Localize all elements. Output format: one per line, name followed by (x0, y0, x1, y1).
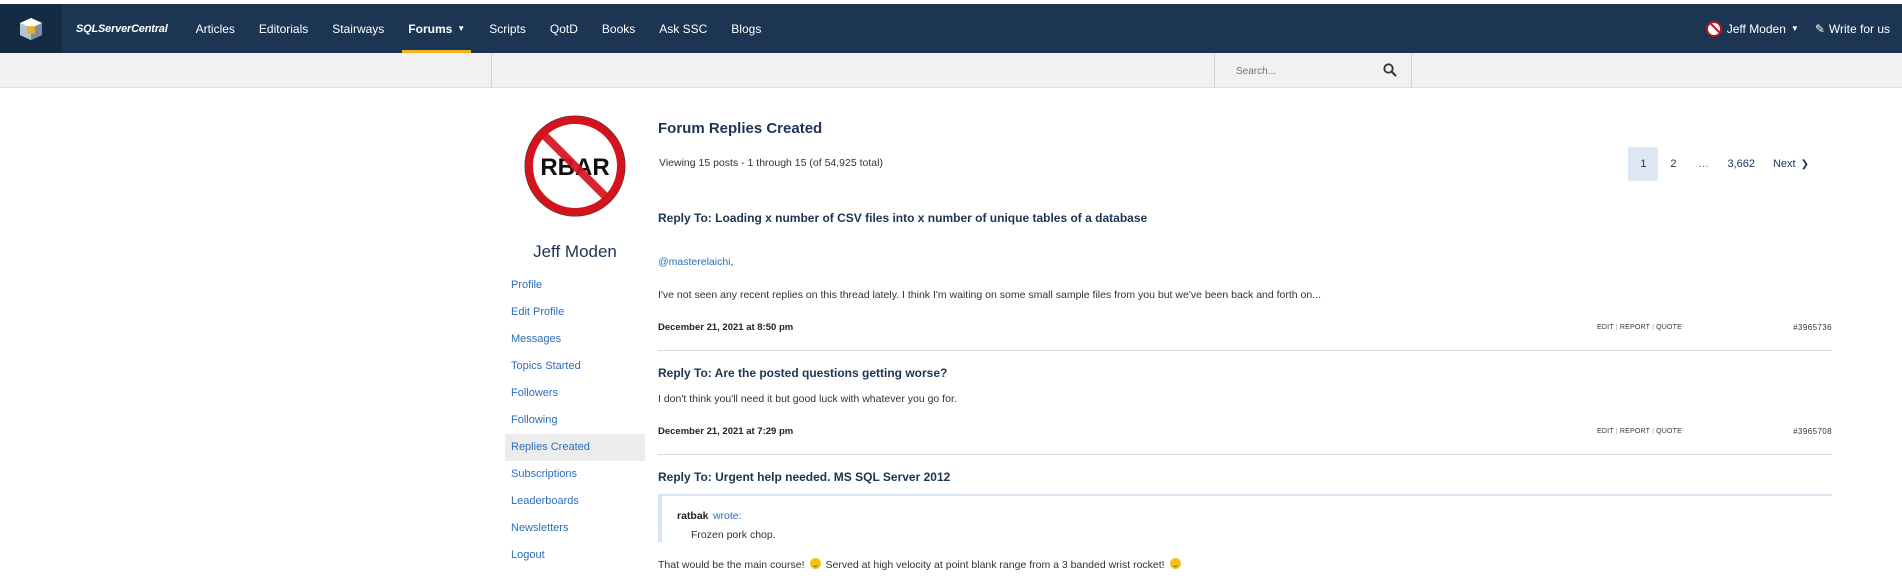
nav-forums-label: Forums (408, 21, 453, 36)
sidebar-item-newsletters[interactable]: Newsletters (505, 515, 645, 542)
sidebar-item-topics-started[interactable]: Topics Started (505, 353, 645, 380)
user-name: Jeff Moden (1726, 21, 1786, 36)
quote-link[interactable]: QUOTE (1656, 324, 1682, 331)
chevron-right-icon: ❯ (1800, 158, 1809, 170)
quote-text: Frozen pork chop. (691, 529, 776, 541)
page-last-button[interactable]: 3,662 (1718, 147, 1764, 181)
profile-sidebar: RBAR Jeff Moden Profile Edit Profile Mes… (505, 112, 645, 561)
report-link[interactable]: REPORT (1620, 428, 1650, 435)
brand-link[interactable]: SQLServerCentral (76, 23, 168, 35)
site-logo[interactable] (0, 4, 62, 53)
nav-forums[interactable]: Forums ▼ (396, 4, 477, 53)
nav-blogs[interactable]: Blogs (719, 4, 773, 53)
report-link[interactable]: REPORT (1620, 324, 1650, 331)
write-for-us-link[interactable]: ✎ Write for us (1809, 22, 1902, 36)
sidebar-item-replies-created[interactable]: Replies Created (505, 434, 645, 461)
sidebar-item-logout[interactable]: Logout (505, 542, 645, 569)
sidebar-item-leaderboards[interactable]: Leaderboards (505, 488, 645, 515)
post-title-link[interactable]: Reply To: Are the posted questions getti… (658, 366, 947, 380)
smiley-icon (809, 558, 821, 569)
post-title-link[interactable]: Reply To: Urgent help needed. MS SQL Ser… (658, 470, 950, 484)
search-strip (0, 53, 1902, 88)
sidebar-item-followers[interactable]: Followers (505, 380, 645, 407)
pagination-ellipsis: … (1697, 158, 1709, 170)
sidebar-nav: Profile Edit Profile Messages Topics Sta… (505, 272, 645, 569)
user-menu[interactable]: Jeff Moden ▼ (1696, 20, 1809, 37)
page-title: Forum Replies Created (658, 120, 823, 137)
quote-block: ratbak wrote: Frozen pork chop. (658, 494, 1832, 542)
mention-suffix: , (730, 256, 734, 268)
post-date: December 21, 2021 at 8:50 pm (658, 322, 794, 333)
divider (491, 53, 492, 88)
quote-author: ratbak (677, 510, 709, 522)
avatar (1705, 20, 1722, 37)
chevron-down-icon: ▼ (1790, 24, 1799, 33)
pagination: 1 2 … 3,662 Next ❯ (1628, 147, 1818, 181)
post-id-link[interactable]: #3965736 (1793, 323, 1832, 332)
nav-editorials[interactable]: Editorials (247, 4, 320, 53)
post-excerpt-part: Served at high velocity at point blank r… (825, 559, 1165, 571)
post-date: December 21, 2021 at 7:29 pm (658, 426, 794, 437)
avatar: RBAR (524, 115, 626, 217)
page-1-button[interactable]: 1 (1628, 147, 1659, 181)
post-actions: EDIT | REPORT | QUOTE (1597, 324, 1682, 331)
sidebar-item-subscriptions[interactable]: Subscriptions (505, 461, 645, 488)
page-2-button[interactable]: 2 (1658, 147, 1688, 181)
post-excerpt-part: That would be the main course! (658, 559, 805, 571)
post-id-link[interactable]: #3965708 (1793, 427, 1832, 436)
top-nav-bar: SQLServerCentral Articles Editorials Sta… (0, 4, 1902, 53)
sidebar-item-edit-profile[interactable]: Edit Profile (505, 299, 645, 326)
search-icon[interactable] (1382, 62, 1398, 78)
sidebar-item-messages[interactable]: Messages (505, 326, 645, 353)
post-title-link[interactable]: Reply To: Loading x number of CSV files … (658, 211, 1147, 225)
edit-link[interactable]: EDIT (1597, 324, 1614, 331)
divider (1411, 53, 1412, 88)
mention: @masterelaichi, (658, 256, 733, 268)
post-actions: EDIT | REPORT | QUOTE (1597, 428, 1682, 435)
edit-link[interactable]: EDIT (1597, 428, 1614, 435)
quote-header: ratbak wrote: (677, 506, 1832, 524)
nav-scripts[interactable]: Scripts (477, 4, 538, 53)
quote-link[interactable]: QUOTE (1656, 428, 1682, 435)
nav-qotd[interactable]: QotD (538, 4, 590, 53)
divider (658, 454, 1832, 455)
nav-books[interactable]: Books (590, 4, 647, 53)
quote-wrote-link[interactable]: wrote: (713, 510, 742, 522)
chevron-down-icon: ▼ (457, 24, 466, 33)
divider (658, 350, 1832, 351)
search-input[interactable] (1236, 61, 1376, 81)
write-label: Write for us (1828, 21, 1890, 36)
pencil-icon: ✎ (1814, 21, 1825, 36)
mention-link[interactable]: @masterelaichi (658, 256, 731, 268)
sidebar-item-profile[interactable]: Profile (505, 272, 645, 299)
next-label: Next (1772, 158, 1796, 170)
nav-stairways[interactable]: Stairways (320, 4, 396, 53)
nav-articles[interactable]: Articles (184, 4, 247, 53)
profile-name: Jeff Moden (533, 242, 617, 261)
sidebar-item-following[interactable]: Following (505, 407, 645, 434)
cube-logo-icon (20, 17, 42, 40)
post-excerpt: That would be the main course! Served at … (658, 558, 1186, 571)
viewing-count: Viewing 15 posts - 1 through 15 (of 54,9… (659, 157, 883, 169)
post-excerpt: I don't think you'll need it but good lu… (658, 393, 957, 405)
smiley-icon (1169, 558, 1181, 569)
divider (1214, 53, 1215, 88)
nav-right: Jeff Moden ▼ ✎ Write for us (1696, 4, 1902, 53)
next-page-button[interactable]: Next ❯ (1764, 147, 1818, 181)
nav-ask-ssc[interactable]: Ask SSC (647, 4, 719, 53)
post-excerpt: I've not seen any recent replies on this… (658, 289, 1321, 301)
